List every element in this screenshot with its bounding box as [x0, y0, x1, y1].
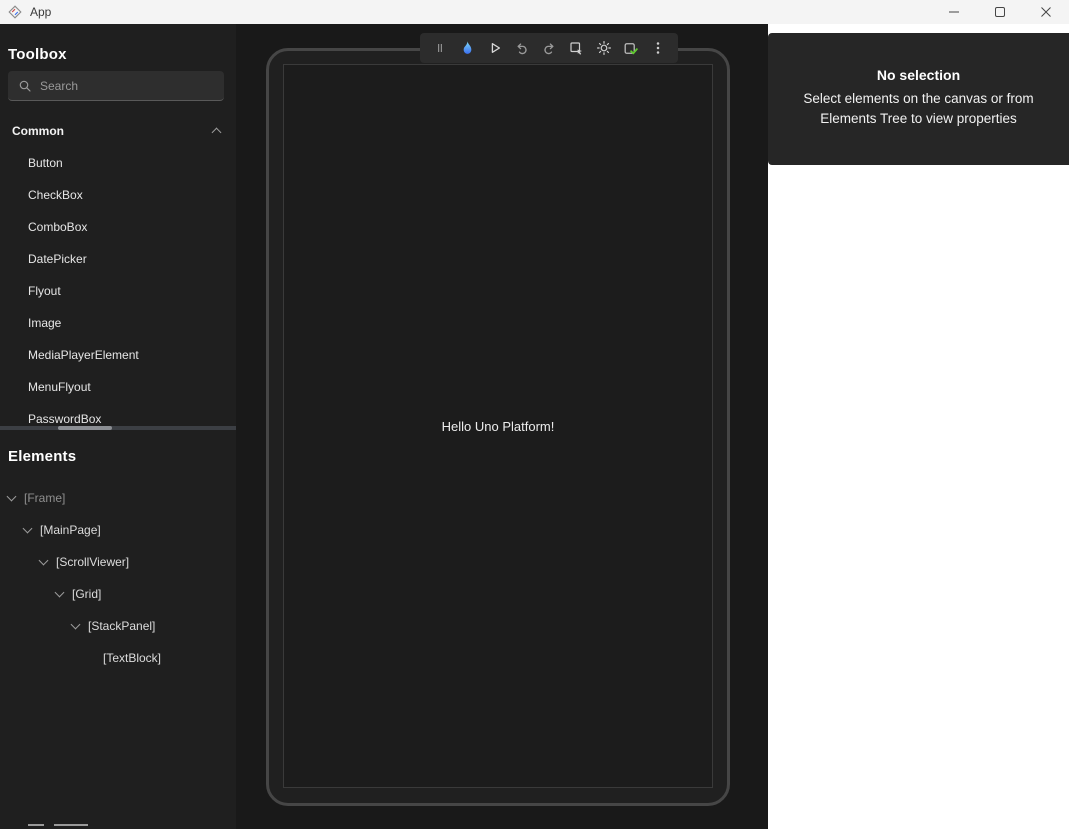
status-check-icon [622, 40, 639, 57]
chevron-down-icon[interactable] [7, 492, 17, 502]
redo-icon [541, 40, 557, 56]
search-box [8, 71, 224, 101]
no-selection-title: No selection [877, 67, 960, 83]
tree-item-label: [MainPage] [40, 523, 101, 537]
left-sidebar: Toolbox Common Button CheckBox ComboBox … [0, 24, 236, 829]
toolbox-item-mediaplayerelement[interactable]: MediaPlayerElement [0, 339, 236, 371]
search-input[interactable] [40, 79, 214, 93]
designer-toolbar [420, 33, 678, 63]
play-button[interactable] [483, 35, 507, 61]
toolbox-item-checkbox[interactable]: CheckBox [0, 179, 236, 211]
toolbox-item-flyout[interactable]: Flyout [0, 275, 236, 307]
toolbox-item-button[interactable]: Button [0, 147, 236, 179]
toolbox-scrollbar[interactable] [0, 426, 236, 430]
toolbox-title: Toolbox [8, 46, 67, 63]
undo-button[interactable] [510, 35, 534, 61]
minimize-icon [949, 7, 959, 17]
tree-item-grid[interactable]: [Grid] [0, 578, 236, 610]
app-title: App [30, 5, 51, 19]
chevron-down-icon[interactable] [71, 620, 81, 630]
tree-item-scrollviewer[interactable]: [ScrollViewer] [0, 546, 236, 578]
theme-toggle-button[interactable] [592, 35, 616, 61]
toolbox-list: Button CheckBox ComboBox DatePicker Flyo… [0, 147, 236, 435]
toolbox-item-datepicker[interactable]: DatePicker [0, 243, 236, 275]
design-canvas[interactable]: Hello Uno Platform! [236, 24, 768, 829]
app-logo-icon [8, 5, 22, 19]
hello-textblock[interactable]: Hello Uno Platform! [442, 419, 555, 434]
close-icon [1041, 7, 1051, 17]
maximize-icon [995, 7, 1005, 17]
section-label: Common [12, 124, 64, 138]
scrollbar-thumb[interactable] [58, 426, 112, 430]
minimize-button[interactable] [931, 0, 977, 24]
drag-handle-icon [432, 40, 448, 56]
no-selection-card: No selection Select elements on the canv… [768, 33, 1069, 165]
undo-icon [514, 40, 530, 56]
toolbox-item-menuflyout[interactable]: MenuFlyout [0, 371, 236, 403]
more-button[interactable] [646, 35, 670, 61]
toolbox-item-passwordbox[interactable]: PasswordBox [0, 403, 236, 435]
chevron-up-icon[interactable] [212, 128, 222, 138]
more-ellipsis-icon [650, 40, 666, 56]
toolbar-drag-handle[interactable] [428, 35, 452, 61]
no-selection-message: Select elements on the canvas or from El… [788, 89, 1050, 130]
tree-item-label: [Grid] [72, 587, 101, 601]
status-check-button[interactable] [619, 35, 643, 61]
cutoff-fragment [28, 824, 88, 826]
device-frame: Hello Uno Platform! [266, 48, 730, 806]
maximize-button[interactable] [977, 0, 1023, 24]
window-controls [931, 0, 1069, 24]
device-screen[interactable]: Hello Uno Platform! [283, 64, 713, 788]
tree-item-frame[interactable]: [Frame] [0, 482, 236, 514]
app-window: App Toolbox Common Bu [0, 0, 1069, 829]
tree-item-label: [Frame] [24, 491, 65, 505]
theme-sun-icon [596, 40, 612, 56]
elements-title: Elements [8, 448, 76, 465]
close-button[interactable] [1023, 0, 1069, 24]
play-icon [487, 40, 503, 56]
search-icon [18, 79, 32, 93]
element-picker-button[interactable] [564, 35, 588, 61]
hot-reload-button[interactable] [455, 35, 479, 61]
chevron-down-icon[interactable] [55, 588, 65, 598]
tree-item-label: [StackPanel] [88, 619, 155, 633]
chevron-down-icon[interactable] [23, 524, 33, 534]
tree-item-textblock[interactable]: [TextBlock] [0, 642, 236, 674]
tree-item-mainpage[interactable]: [MainPage] [0, 514, 236, 546]
tree-item-label: [TextBlock] [103, 651, 161, 665]
elements-tree: [Frame] [MainPage] [ScrollViewer] [Grid]… [0, 482, 236, 674]
chevron-down-icon[interactable] [39, 556, 49, 566]
tree-item-label: [ScrollViewer] [56, 555, 129, 569]
redo-button[interactable] [537, 35, 561, 61]
tree-item-stackpanel[interactable]: [StackPanel] [0, 610, 236, 642]
hot-reload-flame-icon [459, 40, 476, 57]
titlebar: App [0, 0, 1069, 24]
toolbox-item-image[interactable]: Image [0, 307, 236, 339]
toolbox-section-common[interactable]: Common [0, 117, 236, 145]
toolbox-item-combobox[interactable]: ComboBox [0, 211, 236, 243]
properties-panel: No selection Select elements on the canv… [768, 24, 1069, 829]
element-picker-icon [568, 40, 584, 56]
